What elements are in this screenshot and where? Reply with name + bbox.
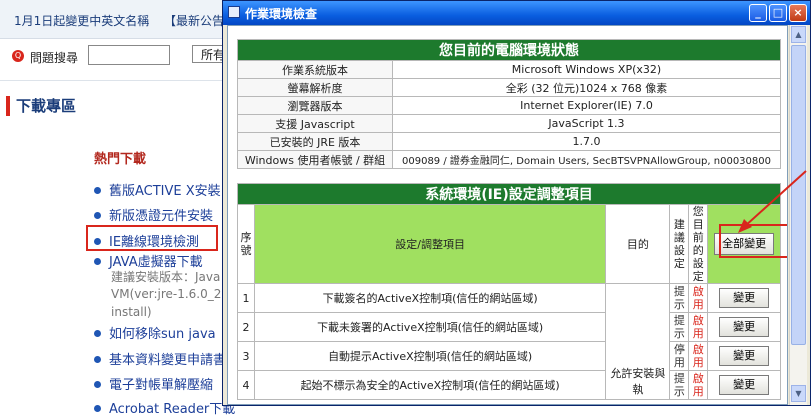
change-button[interactable]: 變更 [719, 375, 770, 395]
bullet-icon [94, 212, 101, 219]
annotation-arrow-icon [738, 170, 807, 233]
close-button[interactable]: × [789, 4, 807, 22]
bullet-icon [94, 330, 101, 337]
env-row: Windows 使用者帳號 / 群組 009089 / 證券金融同仁, Doma… [237, 150, 781, 169]
java-note-line: 建議安裝版本：Java [111, 270, 221, 284]
environment-table-header: 您目前的電腦環境狀態 [237, 39, 781, 61]
row-action: 變更 [707, 341, 781, 371]
row-item: 下載簽名的ActiveX控制項(信任的網站區域) [253, 283, 607, 313]
env-label: 已安裝的 JRE 版本 [237, 132, 393, 151]
env-row: 支援 Javascript JavaScript 1.3 [237, 114, 781, 133]
col-header-suggest: 建議設定 [669, 204, 690, 284]
ticker-item[interactable]: 【最新公告 [164, 12, 224, 29]
ticker-item[interactable]: 1月1日起變更中英文名稱 [14, 12, 149, 29]
env-value: Microsoft Windows XP(x32) [392, 60, 781, 79]
download-item[interactable]: Acrobat Reader下載 [94, 398, 235, 417]
bullet-icon [94, 187, 101, 194]
row-current: 啟用 [688, 370, 709, 400]
env-row: 作業系統版本 Microsoft Windows XP(x32) [237, 60, 781, 79]
row-action: 變更 [707, 370, 781, 400]
row-no: 1 [237, 283, 255, 313]
hot-downloads-title: 熱門下載 [94, 152, 147, 167]
environment-check-window: 作業環境檢查 _ □ × 您目前的電腦環境狀態 作業系統版本 Microsoft… [222, 0, 811, 406]
env-value: JavaScript 1.3 [392, 114, 781, 133]
download-item[interactable]: 如何移除sun java [94, 323, 216, 342]
row-no: 3 [237, 341, 255, 371]
row-suggest: 提示 [669, 283, 690, 313]
row-item: 起始不標示為安全的ActiveX控制項(信任的網站區域) [253, 370, 607, 400]
table-row: 1 下載簽名的ActiveX控制項(信任的網站區域) 允許安裝與執 提示 啟用 … [237, 283, 781, 400]
scroll-up-arrow-icon[interactable]: ▲ [791, 26, 806, 43]
env-value: Internet Explorer(IE) 7.0 [392, 96, 781, 115]
col-header-item: 設定/調整項目 [253, 204, 607, 284]
change-button[interactable]: 變更 [719, 346, 770, 366]
env-label: 支援 Javascript [237, 114, 393, 133]
row-current: 啟用 [688, 283, 709, 313]
download-item[interactable]: 新版憑證元件安裝 [94, 205, 213, 224]
table-row: 3 自動提示ActiveX控制項(信任的網站區域) 停用 啟用 變更 [237, 341, 781, 371]
row-suggest: 提示 [669, 370, 690, 400]
window-app-icon [228, 6, 240, 18]
env-row: 瀏覽器版本 Internet Explorer(IE) 7.0 [237, 96, 781, 115]
change-button[interactable]: 變更 [719, 288, 770, 308]
bullet-icon [94, 356, 101, 363]
col-header-goal: 目的 [605, 204, 671, 284]
window-title: 作業環境檢查 [245, 7, 318, 21]
java-note-line: VM(ver:jre-1.6.0_20 [111, 287, 230, 301]
bullet-icon [94, 258, 101, 265]
maximize-button[interactable]: □ [769, 4, 787, 22]
env-label: 螢幕解析度 [237, 78, 393, 97]
window-titlebar[interactable]: 作業環境檢查 _ □ × [223, 1, 810, 25]
row-current: 啟用 [688, 312, 709, 342]
env-label: Windows 使用者帳號 / 群組 [237, 150, 393, 169]
env-value: 009089 / 證券金融同仁, Domain Users, SecBTSVPN… [392, 150, 781, 169]
highlight-box [86, 225, 218, 251]
env-value: 1.7.0 [392, 132, 781, 151]
row-no: 2 [237, 312, 255, 342]
env-value: 全彩 (32 位元)1024 x 768 像素 [392, 78, 781, 97]
environment-status-table: 您目前的電腦環境狀態 作業系統版本 Microsoft Windows XP(x… [237, 39, 781, 169]
row-action: 變更 [707, 283, 781, 313]
scroll-down-arrow-icon[interactable]: ▼ [791, 385, 806, 402]
bullet-icon [94, 381, 101, 388]
table-row: 4 起始不標示為安全的ActiveX控制項(信任的網站區域) 提示 啟用 變更 [237, 370, 781, 400]
download-item[interactable]: 舊版ACTIVE X安裝 [94, 180, 221, 199]
change-button[interactable]: 變更 [719, 317, 770, 337]
row-action: 變更 [707, 312, 781, 342]
ie-table-header: 系統環境(IE)設定調整項目 [237, 183, 781, 205]
row-goal: 允許安裝與執 [605, 283, 671, 400]
row-suggest: 提示 [669, 312, 690, 342]
col-header-current: 您目前的設定 [688, 204, 709, 284]
row-item: 下載未簽署的ActiveX控制項(信任的網站區域) [253, 312, 607, 342]
search-label: 問題搜尋 [30, 51, 79, 65]
env-row: 已安裝的 JRE 版本 1.7.0 [237, 132, 781, 151]
table-row: 2 下載未簽署的ActiveX控制項(信任的網站區域) 提示 啟用 變更 [237, 312, 781, 342]
minimize-button[interactable]: _ [749, 4, 767, 22]
env-label: 瀏覽器版本 [237, 96, 393, 115]
col-header-no: 序號 [237, 204, 255, 284]
row-item: 自動提示ActiveX控制項(信任的網站區域) [253, 341, 607, 371]
bullet-icon [94, 405, 101, 412]
java-note-line: install) [111, 305, 152, 319]
ie-settings-table: 系統環境(IE)設定調整項目 序號 設定/調整項目 目的 建議設定 您目前的設定… [237, 183, 781, 400]
download-item[interactable]: 電子對帳單解壓縮 [94, 374, 213, 393]
row-suggest: 停用 [669, 341, 690, 371]
row-no: 4 [237, 370, 255, 400]
search-input[interactable] [88, 45, 170, 65]
search-icon: Q [12, 50, 24, 62]
window-content: 您目前的電腦環境狀態 作業系統版本 Microsoft Windows XP(x… [227, 25, 788, 405]
env-label: 作業系統版本 [237, 60, 393, 79]
row-current: 啟用 [688, 341, 709, 371]
section-title: 下載專區 [6, 96, 76, 116]
env-row: 螢幕解析度 全彩 (32 位元)1024 x 768 像素 [237, 78, 781, 97]
download-item[interactable]: 基本資料變更申請書 [94, 349, 226, 368]
